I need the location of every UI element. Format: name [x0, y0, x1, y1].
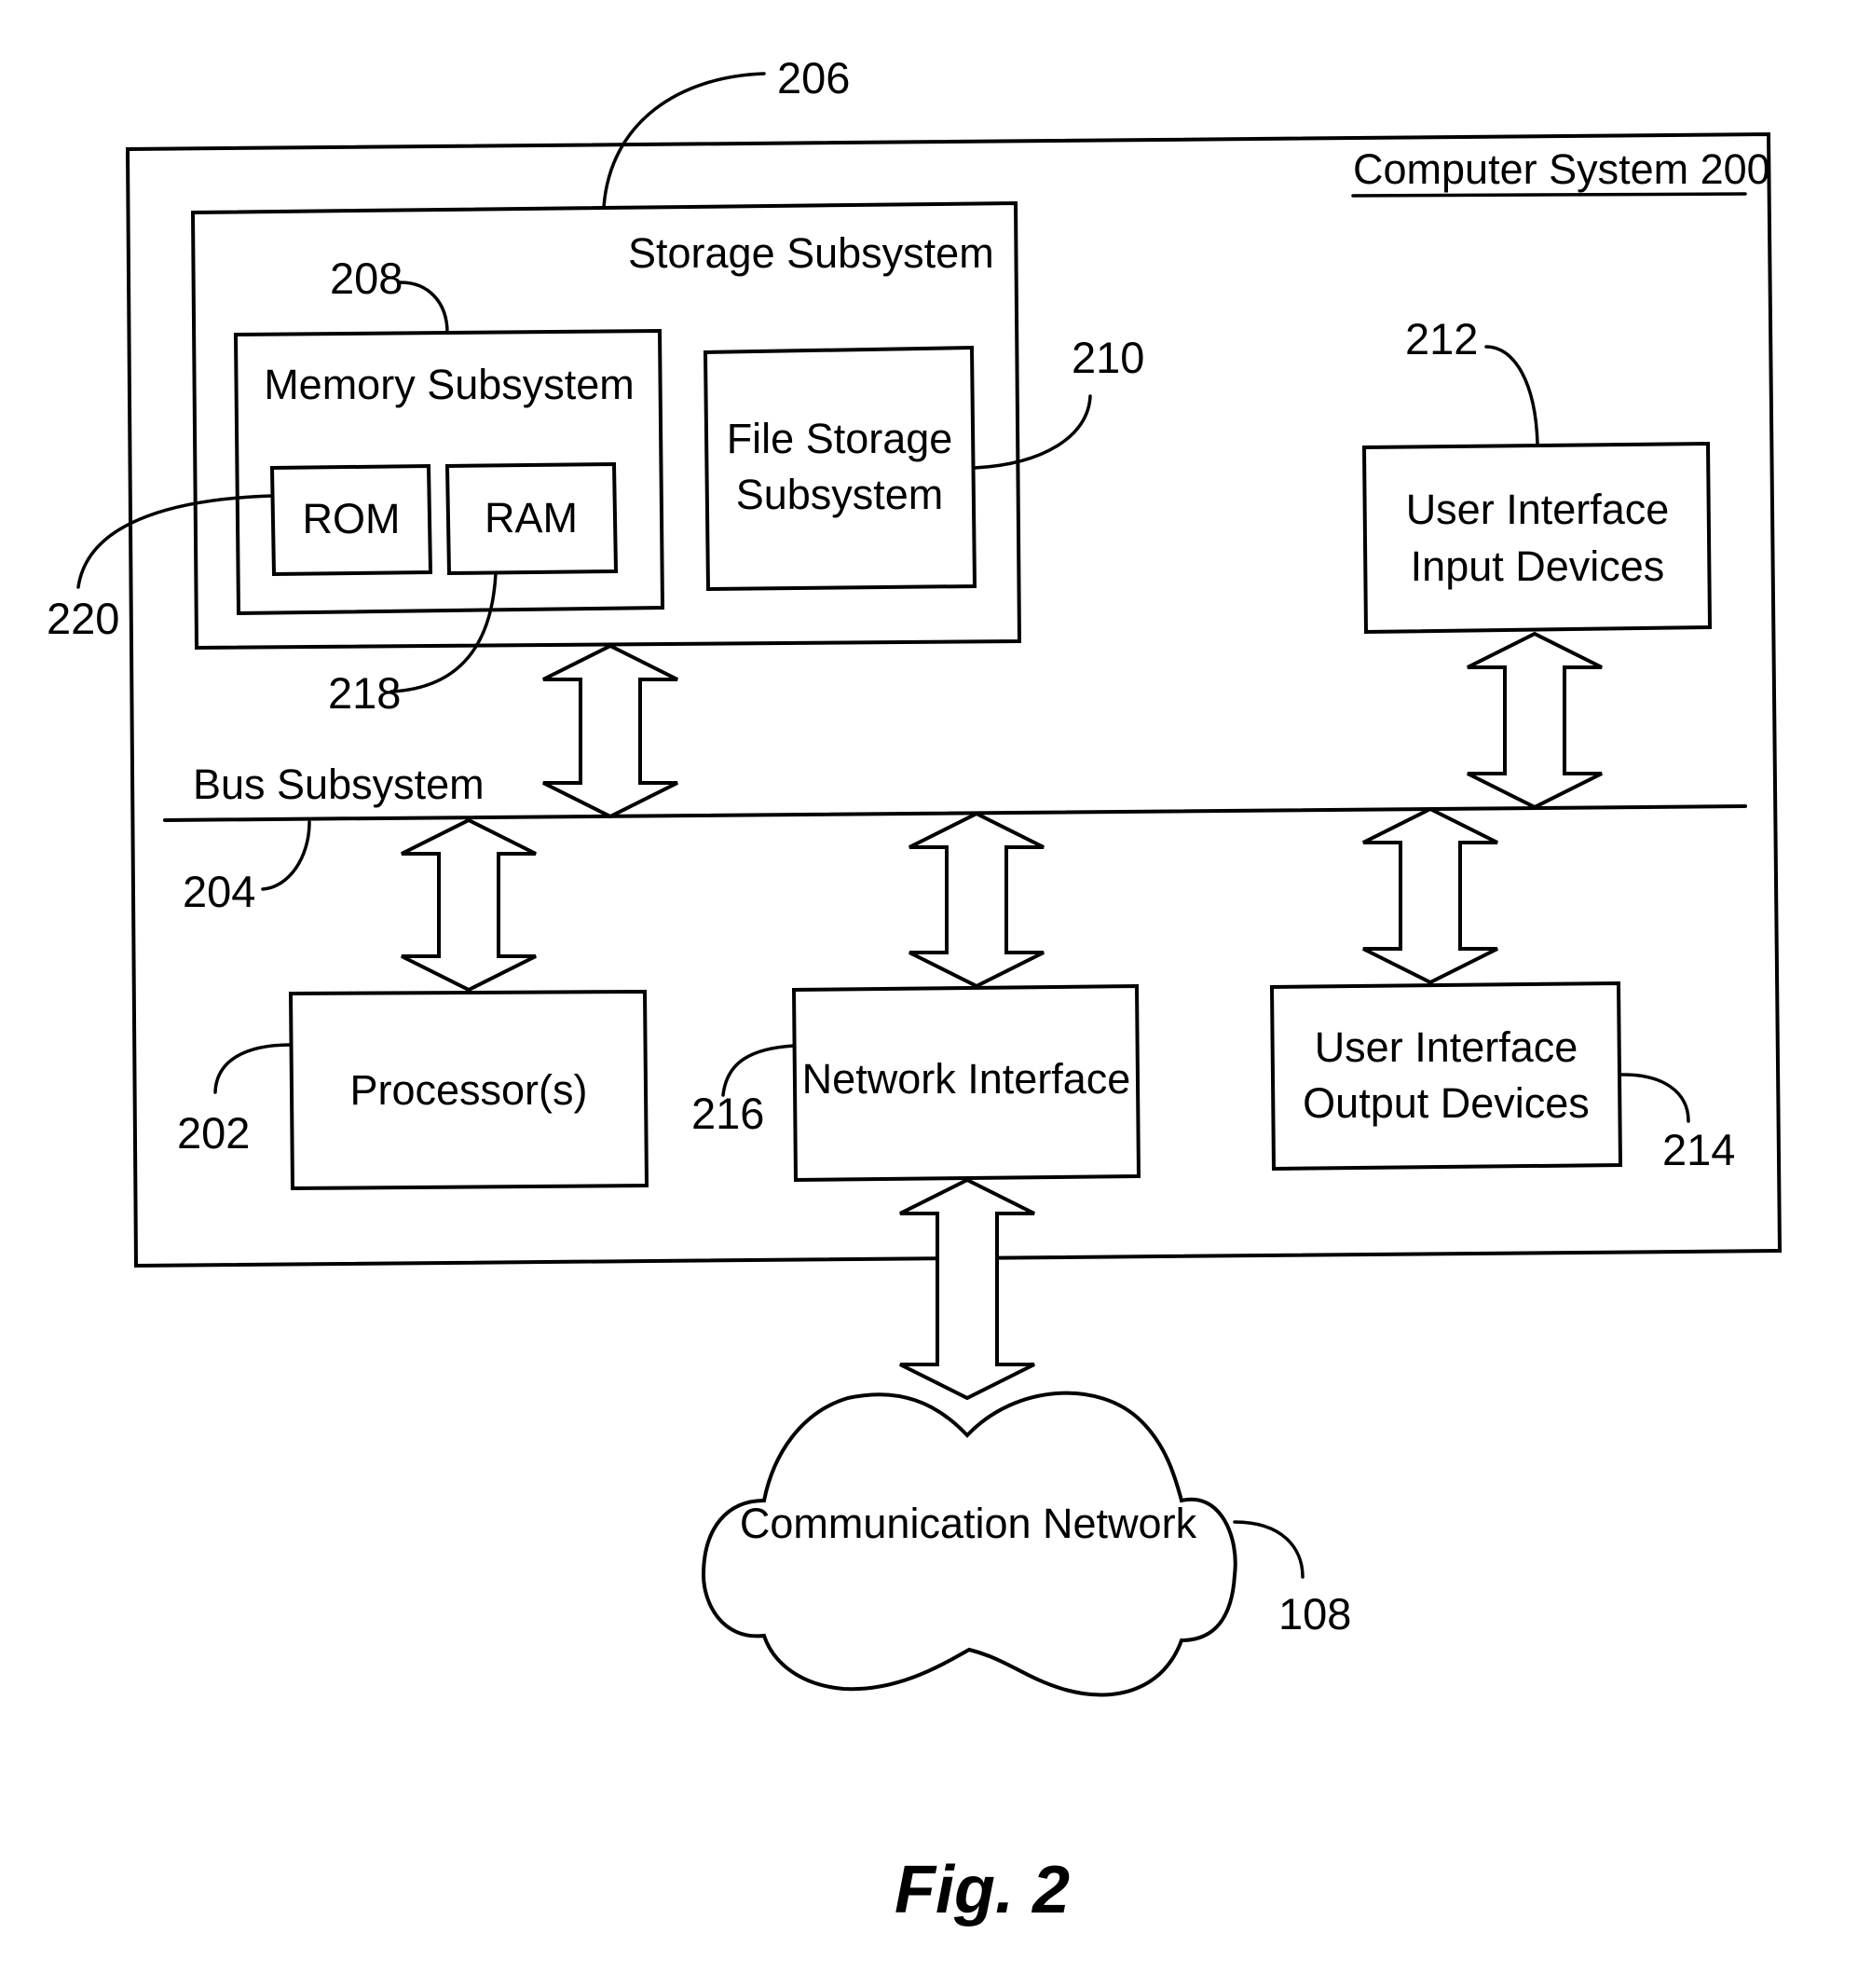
arrow-storage-bus [542, 643, 678, 819]
ref-206: 206 [777, 53, 850, 103]
ref-216: 216 [691, 1089, 764, 1138]
ui-output-label-line1: User Interface [1315, 1023, 1578, 1071]
memory-subsystem-label: Memory Subsystem [264, 361, 635, 408]
block-diagram: Computer System 200 Storage Subsystem 20… [47, 53, 1783, 1927]
arrow-bus-processor [401, 817, 537, 993]
figure-caption: Fig. 2 [895, 1853, 1070, 1927]
storage-subsystem-label: Storage Subsystem [628, 229, 994, 277]
ref-214: 214 [1662, 1125, 1735, 1174]
ref-202: 202 [177, 1108, 250, 1158]
processor-label: Processor(s) [349, 1066, 587, 1114]
leader-202 [213, 1043, 293, 1094]
communication-network-label: Communication Network [740, 1500, 1197, 1547]
ui-input-label-line1: User Interface [1406, 486, 1670, 533]
arrow-bus-ui-output [1362, 806, 1498, 985]
computer-system-label-underline [1351, 192, 1747, 198]
file-storage-label-line2: Subsystem [736, 471, 944, 518]
ui-output-devices-box [1269, 980, 1623, 1172]
file-storage-label-line1: File Storage [727, 415, 953, 462]
arrow-network-iface-cloud [899, 1177, 1035, 1401]
ui-input-label-line2: Input Devices [1411, 542, 1665, 590]
leader-212 [1484, 345, 1539, 446]
arrow-bus-network-iface [909, 811, 1045, 989]
network-interface-label: Network Interface [802, 1055, 1131, 1103]
ref-212: 212 [1405, 314, 1478, 363]
ref-108: 108 [1278, 1589, 1351, 1638]
file-storage-box [703, 345, 977, 592]
computer-system-label: Computer System 200 [1353, 145, 1770, 193]
rom-label: ROM [303, 495, 401, 542]
ui-output-label-line2: Output Devices [1303, 1079, 1590, 1127]
ref-210: 210 [1072, 333, 1144, 382]
leader-214 [1619, 1073, 1690, 1123]
bus-line [163, 804, 1747, 822]
bus-subsystem-label: Bus Subsystem [193, 761, 485, 808]
arrow-ui-input-bus [1467, 631, 1603, 810]
ui-input-devices-box [1361, 441, 1713, 635]
ref-208: 208 [330, 254, 403, 303]
leader-204 [261, 820, 311, 891]
ram-label: RAM [485, 494, 578, 542]
leader-108 [1233, 1520, 1305, 1579]
ref-204: 204 [183, 867, 255, 916]
leader-206 [602, 72, 766, 209]
ref-220: 220 [47, 594, 119, 643]
ref-218: 218 [328, 668, 401, 718]
